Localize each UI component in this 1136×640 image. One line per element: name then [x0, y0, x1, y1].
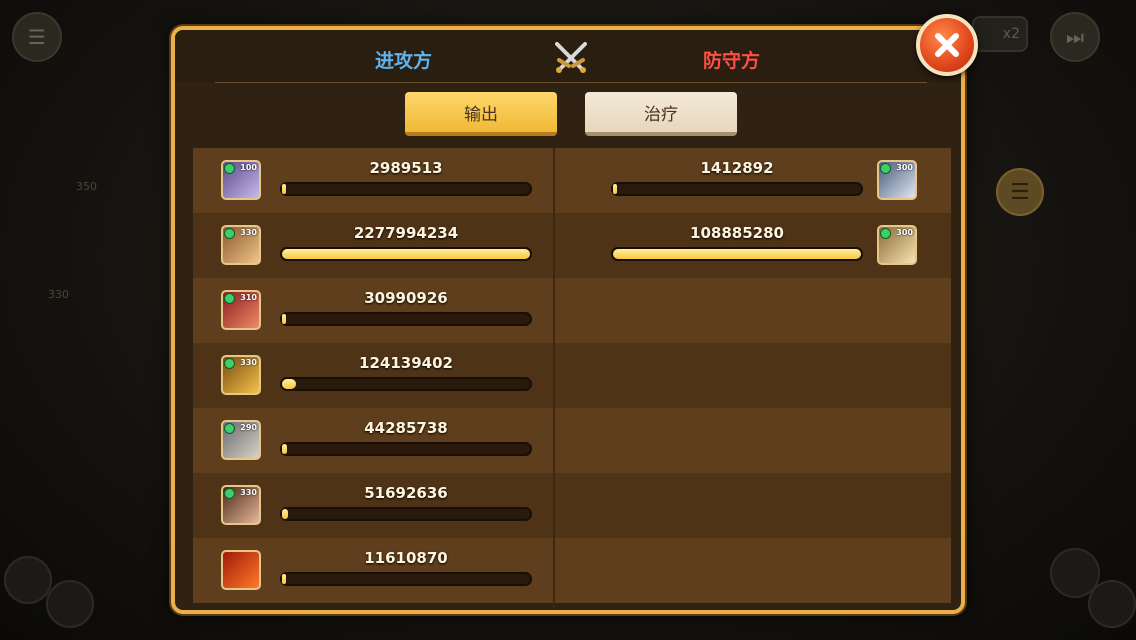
bg-level-text: 350 — [76, 180, 97, 193]
defender-title: 防守方 — [703, 50, 761, 72]
attacker-damage-bar-fill — [282, 509, 288, 519]
bg-list-button: ☰ — [996, 168, 1044, 216]
attacker-damage-value: 124139402 — [359, 354, 453, 372]
stats-row — [193, 148, 951, 213]
defender-damage-bar — [611, 247, 863, 261]
hero-level: 290 — [240, 423, 257, 432]
list-menu-icon: ☰ — [1010, 179, 1030, 205]
defender-damage-bar-fill — [613, 249, 861, 259]
attacker-damage-value: 51692636 — [364, 484, 448, 502]
element-gem-icon — [224, 423, 235, 434]
stats-row — [193, 213, 951, 278]
bg-skill-circle — [1088, 580, 1136, 628]
attacker-damage-value: 30990926 — [364, 289, 448, 307]
attacker-damage-value: 2277994234 — [353, 224, 459, 242]
attacker-damage-bar — [280, 247, 532, 261]
hero-level: 310 — [240, 293, 257, 302]
element-gem-icon — [224, 163, 235, 174]
close-button[interactable] — [916, 14, 978, 76]
stats-row — [193, 538, 951, 603]
defender-damage-value: 1412892 — [700, 159, 774, 177]
bg-level-text: 330 — [48, 288, 69, 301]
hero-level: 330 — [240, 358, 257, 367]
element-gem-icon — [224, 358, 235, 369]
attacker-hero-avatar: 310 — [221, 290, 261, 330]
bg-menu-button: ☰ — [12, 12, 62, 62]
element-gem-icon — [224, 228, 235, 239]
tab-heal[interactable]: 治疗 — [585, 92, 737, 136]
attacker-damage-bar — [280, 312, 532, 326]
attacker-hero-avatar: 330 — [221, 355, 261, 395]
attacker-damage-bar-fill — [282, 314, 286, 324]
skip-icon: ⏭ — [1066, 25, 1084, 49]
defender-hero-avatar: 300 — [877, 225, 917, 265]
bg-speed-button: x2 — [972, 16, 1028, 52]
crossed-swords-icon — [555, 42, 587, 73]
column-divider — [553, 148, 555, 608]
attacker-damage-bar-fill — [282, 444, 287, 454]
attacker-damage-bar-fill — [282, 379, 296, 389]
attacker-damage-value: 11610870 — [364, 549, 448, 567]
element-gem-icon — [224, 293, 235, 304]
battle-stats-panel: 进攻方 防守方 输出 治疗 100 2989513 330 2277994234 310… — [171, 26, 965, 614]
bg-skill-circle — [46, 580, 94, 628]
defender-damage-bar-fill — [613, 184, 617, 194]
bg-skip-button: ⏭ — [1050, 12, 1100, 62]
defender-hero-avatar: 300 — [877, 160, 917, 200]
attacker-damage-bar-fill — [282, 574, 286, 584]
hero-level: 330 — [240, 488, 257, 497]
attacker-hero-avatar — [221, 550, 261, 590]
close-icon — [935, 33, 959, 57]
tab-output[interactable]: 输出 — [405, 92, 557, 136]
attacker-damage-bar — [280, 182, 532, 196]
hero-level: 300 — [896, 228, 913, 237]
attacker-hero-avatar: 330 — [221, 485, 261, 525]
defender-damage-bar — [611, 182, 863, 196]
hero-level: 300 — [896, 163, 913, 172]
stats-row — [193, 473, 951, 538]
attacker-damage-bar — [280, 442, 532, 456]
attacker-title: 进攻方 — [375, 50, 433, 72]
attacker-damage-bar — [280, 572, 532, 586]
attacker-damage-bar — [280, 507, 532, 521]
defender-damage-value: 108885280 — [690, 224, 784, 242]
bg-skill-circle — [4, 556, 52, 604]
hero-level: 100 — [240, 163, 257, 172]
attacker-damage-bar — [280, 377, 532, 391]
element-gem-icon — [880, 163, 891, 174]
hero-level: 330 — [240, 228, 257, 237]
element-gem-icon — [880, 228, 891, 239]
list-menu-icon: ☰ — [28, 25, 46, 49]
attacker-damage-bar-fill — [282, 249, 530, 259]
panel-header: 进攻方 防守方 — [175, 30, 961, 82]
stats-row — [193, 343, 951, 408]
stats-row — [193, 408, 951, 473]
attacker-hero-avatar: 330 — [221, 225, 261, 265]
attacker-damage-value: 44285738 — [364, 419, 448, 437]
header-divider — [215, 82, 927, 83]
attacker-hero-avatar: 290 — [221, 420, 261, 460]
stats-row — [193, 278, 951, 343]
attacker-hero-avatar: 100 — [221, 160, 261, 200]
element-gem-icon — [224, 488, 235, 499]
attacker-damage-bar-fill — [282, 184, 286, 194]
attacker-damage-value: 2989513 — [369, 159, 443, 177]
